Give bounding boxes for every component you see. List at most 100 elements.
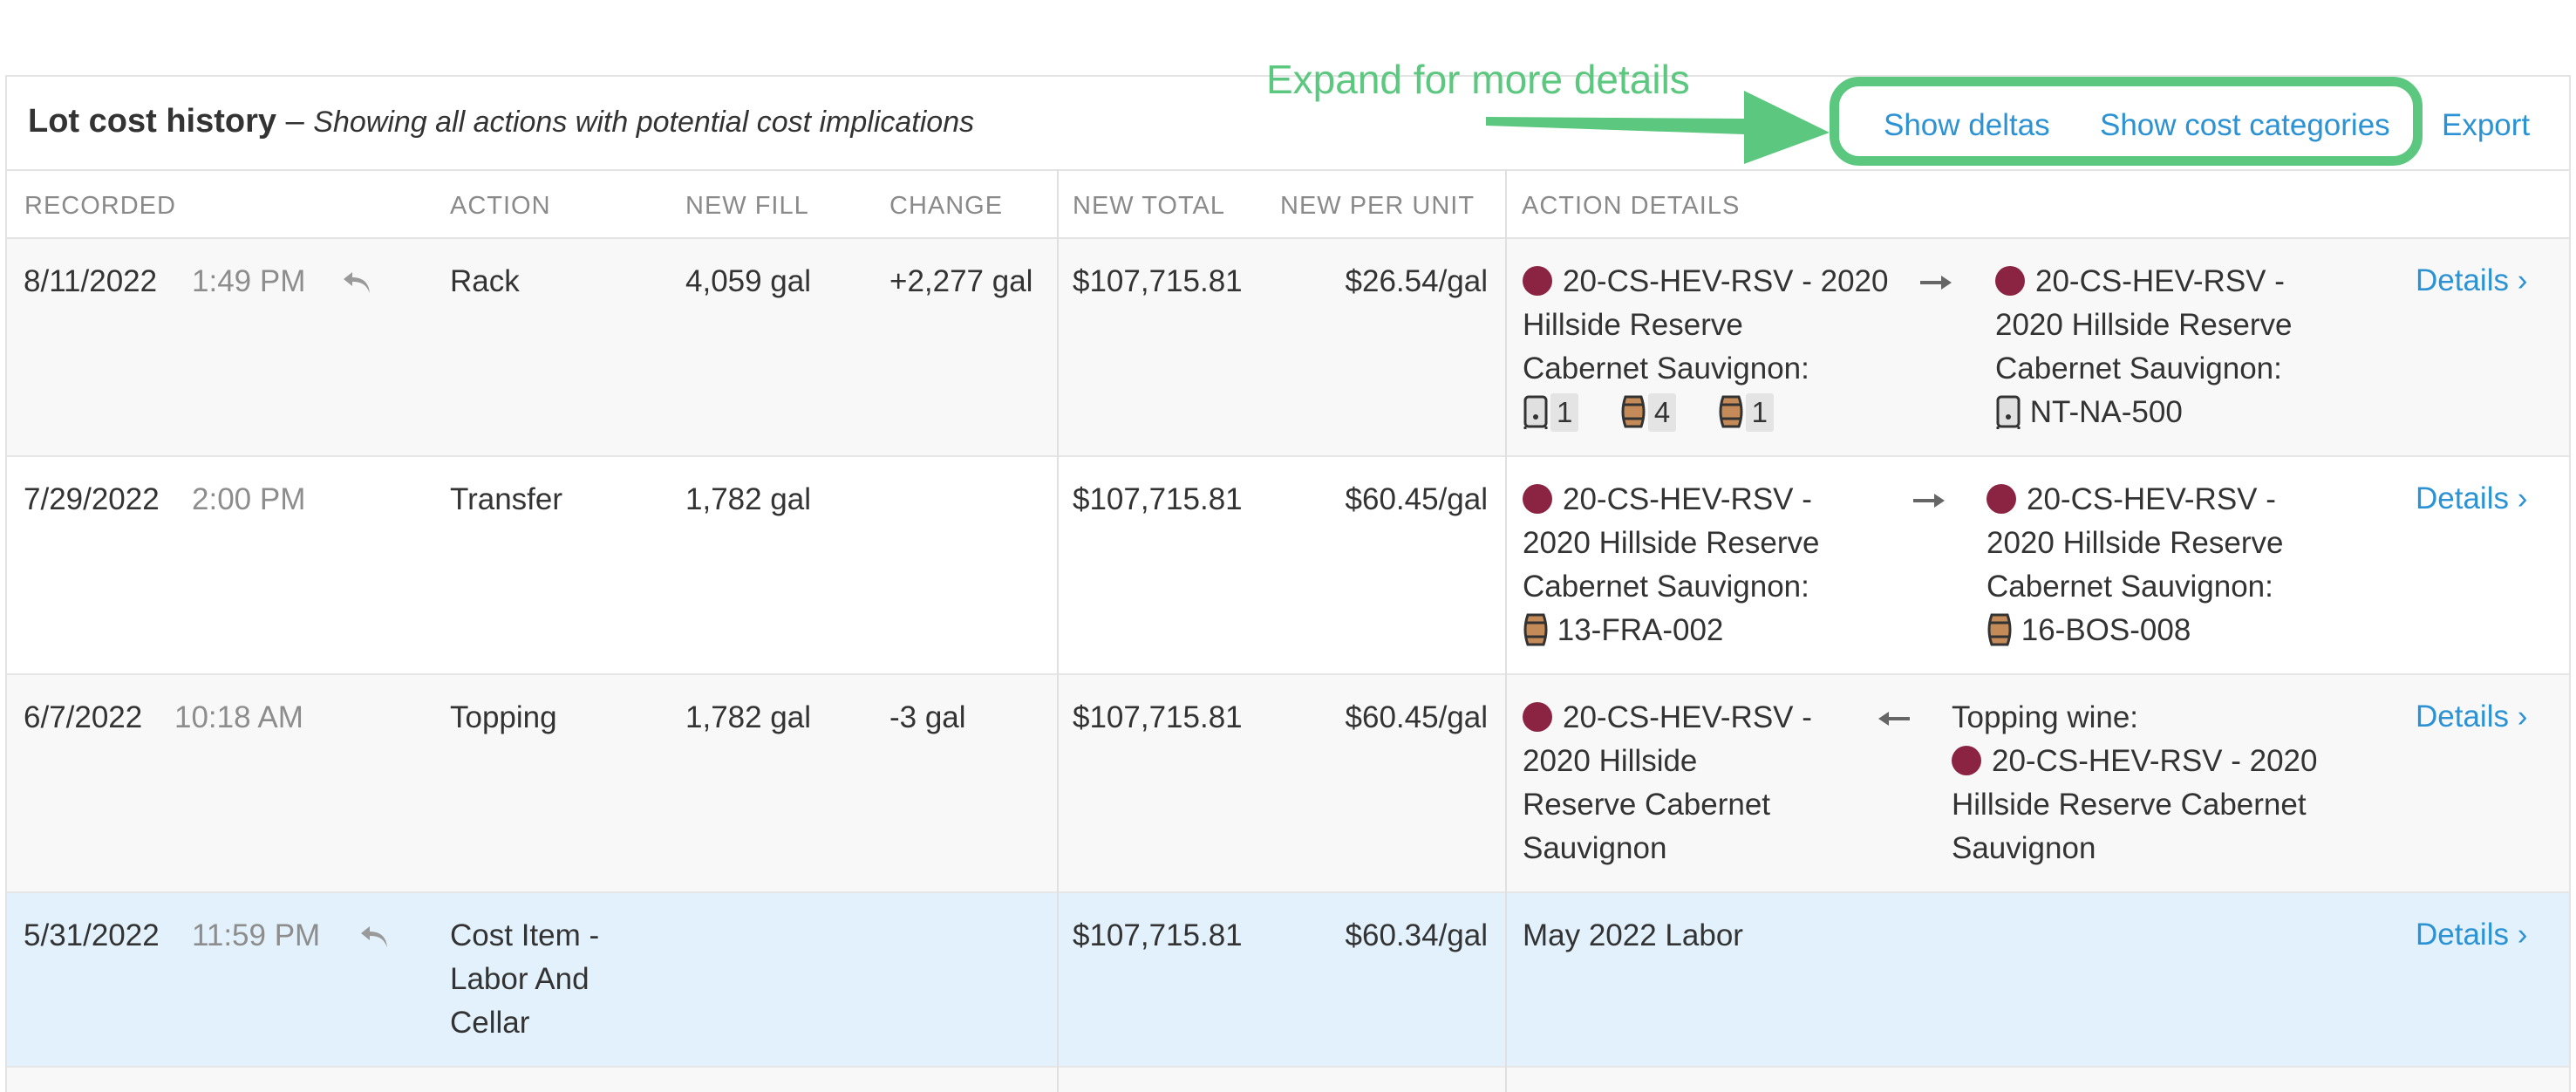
lot-line: Reserve Cabernet <box>1523 788 1771 822</box>
table-row-partial <box>7 1068 2569 1092</box>
row-date: 8/11/2022 <box>24 264 158 298</box>
row-time: 10:18 AM <box>174 700 303 734</box>
row-new-total: $107,715.81 <box>1073 264 1243 298</box>
row-time: 1:49 PM <box>192 264 306 298</box>
vessel-count-badge: 1 <box>1745 393 1775 432</box>
wine-dot-icon <box>1523 266 1552 296</box>
chevron-right-icon: › <box>2517 918 2528 952</box>
row-date: 7/29/2022 <box>24 482 160 516</box>
tank-icon <box>1523 394 1549 441</box>
row-per-unit: $26.54/gal <box>1345 264 1488 298</box>
col-action-details[interactable]: ACTION DETAILS <box>1522 192 1740 221</box>
col-new-per-unit[interactable]: NEW PER UNIT <box>1280 192 1475 221</box>
lot-line: 2020 Hillside Reserve <box>1523 526 1820 560</box>
col-change[interactable]: CHANGE <box>889 192 1003 221</box>
export-link[interactable]: Export <box>2442 108 2530 143</box>
lot-line: Cabernet Sauvignon: <box>1987 570 2273 604</box>
lot-line: 20-CS-HEV-RSV - <box>1995 260 2292 304</box>
vessel-count-badge: 1 <box>1550 393 1579 432</box>
barrel-icon <box>1718 394 1744 441</box>
panel-title-dash: – <box>276 103 314 140</box>
vessel-badges: 1 4 1 <box>1523 391 1888 441</box>
destination-lot[interactable]: 20-CS-HEV-RSV - 2020 Hillside Reserve Ca… <box>1987 478 2283 659</box>
lot-line: 20-CS-HEV-RSV - <box>1523 478 1819 522</box>
lot-code-label: 20-CS-HEV-RSV - 2020 <box>1563 264 1889 298</box>
action-line: Cellar <box>450 1006 530 1040</box>
details-label: Details <box>2416 700 2509 734</box>
details-link[interactable]: Details › <box>2416 918 2527 952</box>
wine-dot-icon <box>1995 266 2025 296</box>
vessel-line: NT-NA-500 <box>1995 391 2292 441</box>
row-date: 6/7/2022 <box>24 700 143 734</box>
wine-dot-icon <box>1523 702 1552 732</box>
details-label: Details <box>2416 918 2509 952</box>
source-lot[interactable]: 20-CS-HEV-RSV - 2020 Hillside Reserve Ca… <box>1523 478 1819 659</box>
row-new-fill: 1,782 gal <box>685 482 812 516</box>
cost-item-description: May 2022 Labor <box>1523 918 1743 952</box>
row-time: 2:00 PM <box>192 482 306 516</box>
lot-line: 2020 Hillside <box>1523 744 1698 778</box>
vessel-count-badge: 4 <box>1647 393 1677 432</box>
details-label: Details <box>2416 481 2509 515</box>
lot-line: Cabernet Sauvignon: <box>1523 351 1809 386</box>
destination-lot[interactable]: 20-CS-HEV-RSV - 2020 Hillside Reserve Ca… <box>1523 696 1812 870</box>
chevron-right-icon: › <box>2517 481 2528 515</box>
barrel-icon <box>1523 612 1549 659</box>
row-new-total: $107,715.81 <box>1073 700 1243 734</box>
barrel-icon <box>1987 612 2013 659</box>
row-new-fill: 4,059 gal <box>685 264 812 298</box>
col-action[interactable]: ACTION <box>450 192 551 221</box>
details-link[interactable]: Details › <box>2416 263 2527 298</box>
action-line: Cost Item - <box>450 918 600 952</box>
col-new-total[interactable]: NEW TOTAL <box>1073 192 1225 221</box>
panel-title-bold: Lot cost history <box>28 103 277 140</box>
barrel-icon <box>1620 394 1646 441</box>
lot-line: Hillside Reserve <box>1523 308 1743 342</box>
row-new-fill: 1,782 gal <box>685 700 812 734</box>
wine-dot-icon <box>1987 484 2016 514</box>
topping-wine-source[interactable]: Topping wine: 20-CS-HEV-RSV - 2020 Hills… <box>1952 696 2317 870</box>
row-action: Cost Item - Labor And Cellar <box>450 914 599 1045</box>
lot-line: 2020 Hillside Reserve <box>1987 526 2284 560</box>
arrow-left-icon <box>1878 712 1910 726</box>
lot-code-label: 20-CS-HEV-RSV - <box>1563 700 1812 734</box>
vessel-label: 13-FRA-002 <box>1557 613 1724 647</box>
vessel-line: 13-FRA-002 <box>1523 609 1819 659</box>
undo-icon[interactable] <box>359 925 391 949</box>
details-link[interactable]: Details › <box>2416 481 2527 516</box>
wine-dot-icon <box>1523 484 1552 514</box>
row-per-unit: $60.45/gal <box>1345 700 1488 734</box>
arrow-right-icon <box>1920 276 1952 290</box>
tank-icon <box>1995 394 2021 441</box>
row-action: Rack <box>450 264 520 298</box>
row-change: +2,277 gal <box>889 264 1033 298</box>
details-link[interactable]: Details › <box>2416 700 2527 734</box>
vessel-label: NT-NA-500 <box>2029 395 2183 429</box>
lot-line: Cabernet Sauvignon: <box>1523 570 1809 604</box>
lot-line: Cabernet Sauvignon: <box>1995 351 2282 386</box>
action-line: Labor And <box>450 962 589 996</box>
row-per-unit: $60.45/gal <box>1345 482 1488 516</box>
lot-code-label: 20-CS-HEV-RSV - <box>2027 482 2276 516</box>
arrow-right-icon <box>1913 494 1945 508</box>
lot-line: 20-CS-HEV-RSV - <box>1987 478 2283 522</box>
row-new-total: $107,715.81 <box>1073 482 1243 516</box>
column-divider <box>1505 169 1507 1092</box>
col-new-fill[interactable]: NEW FILL <box>685 192 809 221</box>
undo-icon[interactable] <box>342 270 373 295</box>
lot-code-label: 20-CS-HEV-RSV - <box>2035 264 2285 298</box>
lot-line: 20-CS-HEV-RSV - <box>1523 696 1812 740</box>
source-lot[interactable]: 20-CS-HEV-RSV - 2020 Hillside Reserve Ca… <box>1523 260 1888 441</box>
col-recorded[interactable]: RECORDED <box>24 192 176 221</box>
wine-dot-icon <box>1952 746 1981 775</box>
column-divider <box>1057 169 1059 1092</box>
row-time: 11:59 PM <box>192 918 321 952</box>
destination-lot[interactable]: 20-CS-HEV-RSV - 2020 Hillside Reserve Ca… <box>1995 260 2292 441</box>
row-change: -3 gal <box>889 700 966 734</box>
row-new-total: $107,715.81 <box>1073 918 1243 952</box>
annotation-highlight-box <box>1830 77 2423 166</box>
lot-code-label: 20-CS-HEV-RSV - 2020 <box>1992 744 2318 778</box>
panel-title: Lot cost history – Showing all actions w… <box>28 103 974 140</box>
topping-wine-header: Topping wine: <box>1952 700 2139 734</box>
row-date: 5/31/2022 <box>24 918 160 952</box>
